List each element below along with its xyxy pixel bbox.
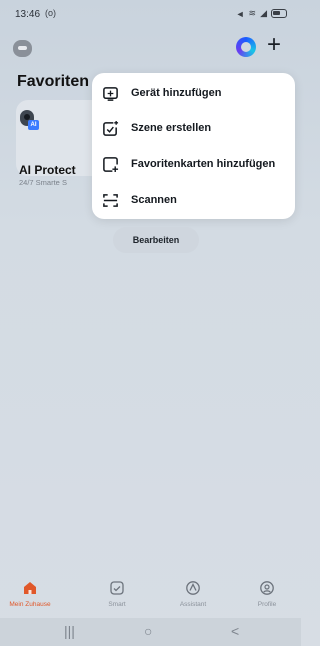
menu-item-label: Scannen — [131, 194, 177, 206]
profile-icon — [260, 581, 274, 595]
menu-item-create-scene[interactable]: Szene erstellen — [92, 111, 295, 145]
add-menu: Gerät hinzufügen Szene erstellen Favorit… — [92, 73, 295, 219]
device-card-title: AI Protect — [19, 163, 76, 177]
home-switcher-icon[interactable] — [13, 40, 32, 57]
menu-item-label: Favoritenkarten hinzufügen — [131, 158, 276, 170]
system-nav-bar: ||| ○ < — [0, 618, 301, 646]
nav-item-profile[interactable]: Profile — [237, 577, 297, 617]
ai-badge: AI — [28, 120, 39, 130]
nav-label: Mein Zuhause — [9, 601, 51, 608]
back-icon[interactable]: < — [231, 623, 239, 639]
nav-label: Smart — [108, 601, 126, 608]
bottom-nav: Mein Zuhause Smart Assistant Profile — [0, 577, 301, 617]
add-button[interactable]: + — [262, 33, 286, 59]
wifi-icon: ≋ — [248, 8, 257, 18]
add-favorite-card-icon — [103, 156, 119, 172]
smart-icon — [110, 581, 124, 595]
nav-item-home[interactable]: Mein Zuhause — [0, 577, 60, 617]
menu-item-add-device[interactable]: Gerät hinzufügen — [92, 76, 295, 110]
device-card-subtitle: 24/7 Smarte S — [19, 178, 67, 187]
favorites-title: Favoriten — [17, 73, 90, 90]
signal-icon: ◢ — [260, 8, 267, 18]
create-scene-icon — [103, 120, 119, 136]
nav-label: Assistant — [179, 601, 207, 608]
scan-icon — [103, 193, 118, 207]
home-circle-icon[interactable]: ○ — [144, 623, 152, 639]
edit-button[interactable]: Bearbeiten — [113, 227, 199, 253]
menu-item-label: Szene erstellen — [131, 122, 212, 134]
home-icon — [24, 582, 36, 594]
assistant-ring-icon[interactable] — [236, 37, 256, 57]
battery-icon — [271, 9, 287, 18]
status-bar: 13:46 (o) ◄ ≋ ◢ — [0, 0, 301, 28]
menu-item-scan[interactable]: Scannen — [92, 183, 295, 217]
assistant-icon — [186, 581, 200, 595]
status-time: 13:46 — [15, 9, 41, 20]
nav-label: Profile — [257, 601, 277, 608]
recent-apps-icon[interactable]: ||| — [64, 623, 75, 639]
system-icons: ◄ ≋ ◢ — [236, 8, 287, 19]
nav-item-assistant[interactable]: Assistant — [163, 577, 223, 617]
menu-item-add-favorite-card[interactable]: Favoritenkarten hinzufügen — [92, 147, 295, 181]
mute-icon: ◄ — [235, 8, 245, 19]
menu-item-label: Gerät hinzufügen — [131, 87, 222, 99]
status-extra-icon: (o) — [45, 8, 56, 18]
add-device-icon — [103, 86, 118, 101]
camera-icon: AI — [20, 110, 39, 132]
nav-item-smart[interactable]: Smart — [87, 577, 147, 617]
